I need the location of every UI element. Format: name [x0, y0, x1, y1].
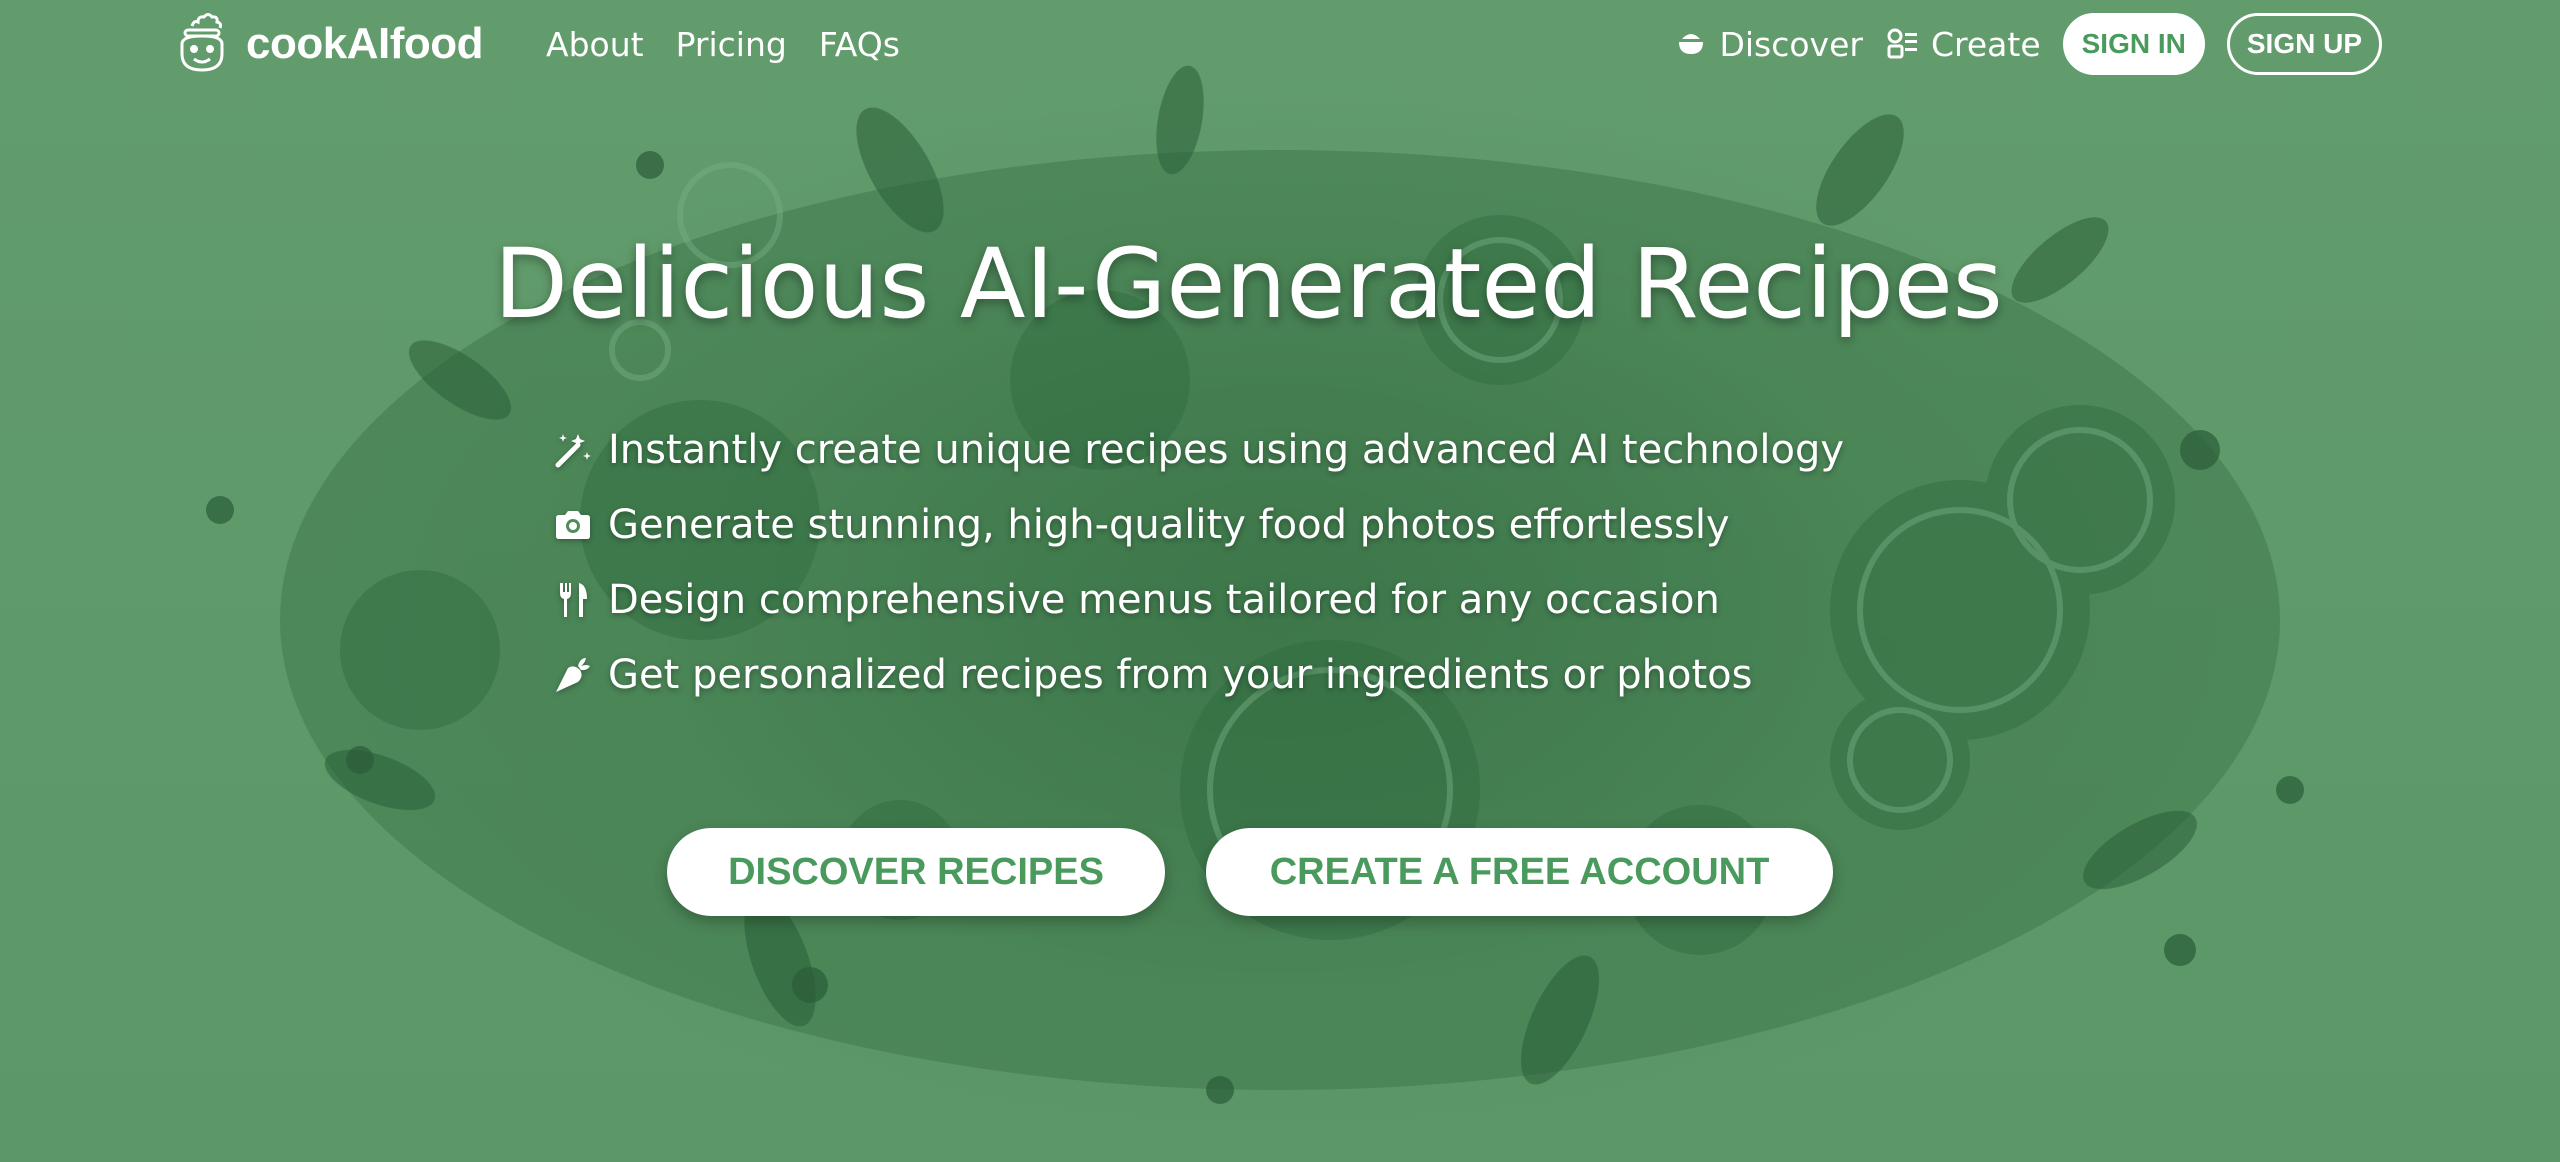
create-free-account-button[interactable]: CREATE A FREE ACCOUNT: [1206, 828, 1833, 916]
feature-item: Design comprehensive menus tailored for …: [552, 562, 1952, 637]
nav-link-faqs[interactable]: FAQs: [819, 25, 900, 64]
feature-text: Instantly create unique recipes using ad…: [608, 426, 1845, 473]
nav-discover-label: Discover: [1719, 24, 1863, 64]
nav-link-pricing[interactable]: Pricing: [676, 25, 787, 64]
bowl-icon: [1679, 34, 1704, 54]
brand-logo[interactable]: cookAIfood: [170, 12, 483, 76]
feature-text: Design comprehensive menus tailored for …: [608, 576, 1720, 623]
feature-text: Get personalized recipes from your ingre…: [608, 651, 1753, 698]
brand-name: cookAIfood: [246, 19, 483, 68]
magic-wand-icon: [555, 433, 591, 467]
feature-list: Instantly create unique recipes using ad…: [552, 412, 1952, 712]
sign-in-button[interactable]: SIGN IN: [2062, 13, 2205, 75]
camera-icon: [556, 510, 590, 539]
discover-recipes-button[interactable]: DISCOVER RECIPES: [667, 828, 1165, 916]
feature-item: Instantly create unique recipes using ad…: [552, 412, 1952, 487]
hero-title: Delicious AI-Generated Recipes: [494, 228, 2003, 340]
nav-create[interactable]: Create: [1885, 25, 2041, 64]
feature-item: Get personalized recipes from your ingre…: [552, 637, 1952, 712]
nav-actions: Discover Create SIGN IN SIGN UP: [1673, 10, 2382, 78]
utensils-icon: [560, 582, 587, 617]
create-recipe-icon: [1887, 28, 1917, 59]
top-navbar: cookAIfood About Pricing FAQs Discover C…: [0, 0, 2560, 88]
carrot-icon: [556, 657, 590, 692]
nav-link-about[interactable]: About: [546, 25, 644, 64]
feature-item: Generate stunning, high-quality food pho…: [552, 487, 1952, 562]
nav-discover[interactable]: Discover: [1673, 25, 1863, 64]
nav-create-label: Create: [1930, 24, 2041, 64]
chef-face-icon: [180, 13, 224, 72]
sign-up-button[interactable]: SIGN UP: [2226, 13, 2382, 75]
feature-text: Generate stunning, high-quality food pho…: [608, 501, 1730, 548]
primary-nav-links: About Pricing FAQs: [546, 20, 900, 68]
